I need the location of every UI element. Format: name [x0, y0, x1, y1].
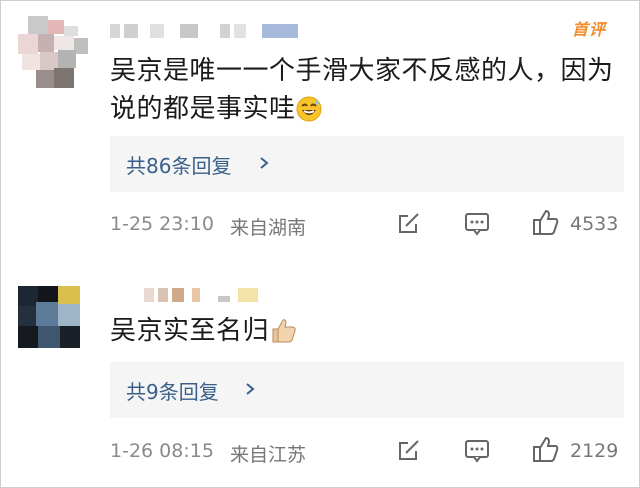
timestamp: 1-26 08:15: [110, 440, 214, 462]
comment-card: 首评 吴京是唯一一个手滑大家不反感的人，因为 说的都是事实哇 共86条回复 1-…: [0, 0, 640, 270]
like-icon[interactable]: [532, 435, 560, 463]
comment-text-line: 吴京是唯一一个手滑大家不反感的人，因为: [110, 56, 614, 86]
replies-box[interactable]: 共9条回复: [110, 362, 624, 418]
comment-text-line: 吴京实至名归: [110, 316, 270, 346]
share-icon[interactable]: [396, 210, 422, 236]
replies-link[interactable]: 共86条回复: [126, 150, 231, 179]
comment-card: 吴京实至名归 共9条回复 1-26 08:15 来自江苏 2129: [0, 270, 640, 488]
avatar[interactable]: [18, 286, 82, 348]
replies-box[interactable]: 共86条回复: [110, 136, 624, 192]
comment-text: 吴京实至名归: [110, 312, 630, 350]
location: 来自湖南: [230, 217, 307, 239]
thumbs-up-emoji: [269, 316, 297, 344]
comment-text-line: 说的都是事实哇: [110, 94, 296, 124]
like-count: 4533: [570, 213, 619, 235]
hot-badge: 首评: [572, 20, 607, 39]
comment-icon[interactable]: [464, 437, 490, 463]
username[interactable]: [144, 288, 264, 306]
share-icon[interactable]: [396, 437, 422, 463]
like-count: 2129: [570, 440, 619, 462]
replies-link[interactable]: 共9条回复: [126, 376, 219, 405]
like-icon[interactable]: [532, 208, 560, 236]
comment-text: 吴京是唯一一个手滑大家不反感的人，因为 说的都是事实哇: [110, 52, 630, 128]
chevron-right-icon: [244, 381, 256, 395]
username[interactable]: [110, 24, 300, 42]
chevron-right-icon: [258, 155, 270, 169]
comment-text-line-2: 说的都是事实哇: [110, 90, 630, 128]
location: 来自江苏: [230, 444, 307, 466]
grinning-sweat-emoji: [296, 95, 322, 121]
comment-icon[interactable]: [464, 210, 490, 236]
avatar[interactable]: [18, 16, 92, 88]
timestamp: 1-25 23:10: [110, 213, 214, 235]
